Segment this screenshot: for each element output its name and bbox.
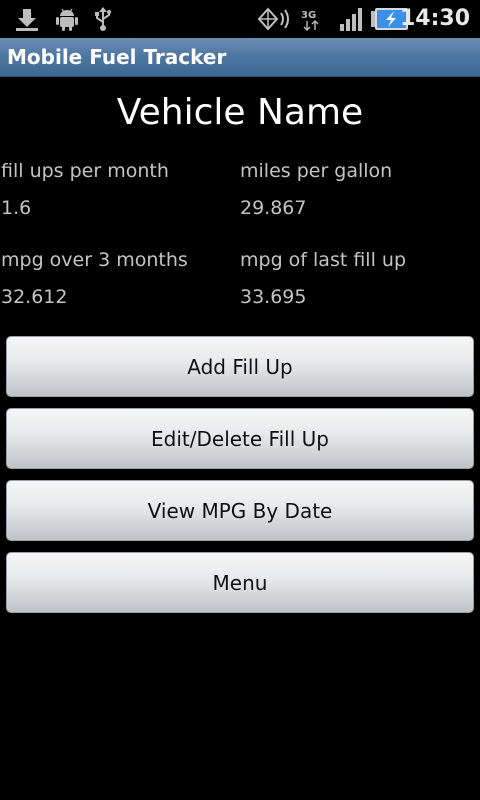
mpg-last-fill-up-value: 33.695 xyxy=(240,286,307,308)
usb-icon xyxy=(95,7,111,31)
status-bar: 3G 14:30 xyxy=(0,0,480,38)
view-mpg-by-date-button[interactable]: View MPG By Date xyxy=(6,480,474,541)
clock: 14:30 xyxy=(399,6,470,31)
mpg-over-3-months-value: 32.612 xyxy=(1,286,68,308)
fill-ups-per-month-label: fill ups per month xyxy=(1,160,169,182)
app-title-bar: Mobile Fuel Tracker xyxy=(0,38,480,77)
app-title: Mobile Fuel Tracker xyxy=(7,45,227,69)
download-icon xyxy=(16,9,38,31)
mpg-over-3-months-label: mpg over 3 months xyxy=(1,249,188,271)
3g-icon-label: 3G xyxy=(301,10,316,21)
fill-ups-per-month-value: 1.6 xyxy=(1,197,32,219)
3g-icon: 3G xyxy=(301,10,319,31)
vehicle-name: Vehicle Name xyxy=(116,92,364,133)
mpg-last-fill-up-label: mpg of last fill up xyxy=(240,249,406,271)
signal-icon xyxy=(340,8,362,31)
menu-button[interactable]: Menu xyxy=(6,552,474,613)
android-debug-icon xyxy=(56,8,78,31)
add-fill-up-button[interactable]: Add Fill Up xyxy=(6,336,474,397)
miles-per-gallon-label: miles per gallon xyxy=(240,160,393,182)
edit-delete-fill-up-button[interactable]: Edit/Delete Fill Up xyxy=(6,408,474,469)
miles-per-gallon-value: 29.867 xyxy=(240,197,307,219)
gps-icon xyxy=(257,7,289,31)
